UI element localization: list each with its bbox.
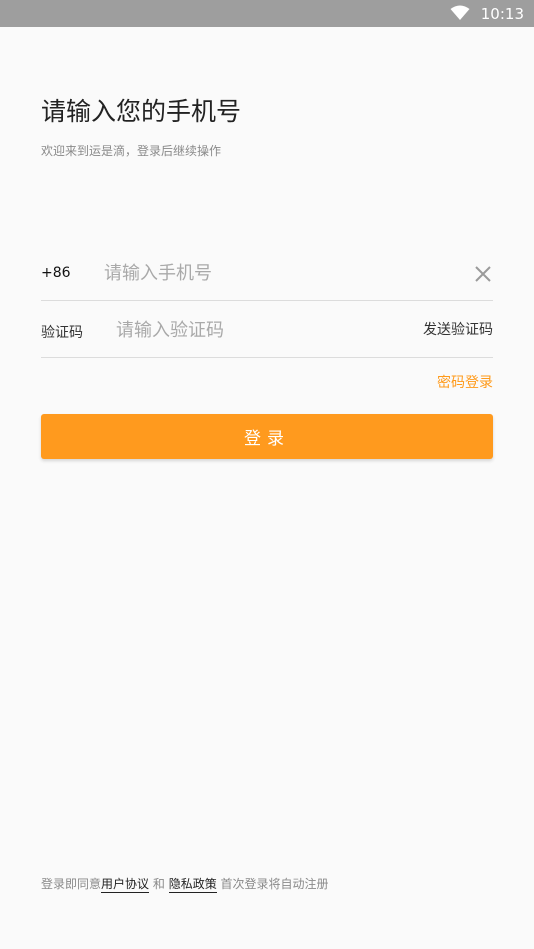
privacy-policy-link[interactable]: 隐私政策 bbox=[168, 877, 217, 893]
footer-and: 和 bbox=[152, 877, 165, 891]
send-code-button[interactable]: 发送验证码 bbox=[423, 321, 493, 339]
status-time: 10:13 bbox=[480, 5, 524, 23]
code-input[interactable] bbox=[116, 316, 406, 344]
country-code: +86 bbox=[41, 265, 71, 281]
agreement-footer: 登录即同意用户协议 和 隐私政策 首次登录将自动注册 bbox=[41, 876, 329, 893]
code-label: 验证码 bbox=[41, 325, 83, 341]
code-row: 验证码 发送验证码 bbox=[41, 304, 493, 358]
footer-prefix: 登录即同意 bbox=[41, 877, 102, 891]
phone-row: +86 bbox=[41, 246, 493, 301]
phone-input[interactable] bbox=[104, 259, 454, 287]
login-button[interactable]: 登录 bbox=[41, 414, 493, 459]
close-icon[interactable] bbox=[473, 264, 493, 284]
wifi-icon bbox=[450, 5, 470, 20]
footer-suffix: 首次登录将自动注册 bbox=[220, 877, 329, 891]
status-bar: 10:13 bbox=[0, 0, 534, 27]
password-login-link[interactable]: 密码登录 bbox=[437, 374, 493, 392]
user-agreement-link[interactable]: 用户协议 bbox=[101, 877, 150, 893]
page-subtitle: 欢迎来到运是滴，登录后继续操作 bbox=[41, 144, 222, 158]
page-title: 请输入您的手机号 bbox=[41, 97, 242, 126]
